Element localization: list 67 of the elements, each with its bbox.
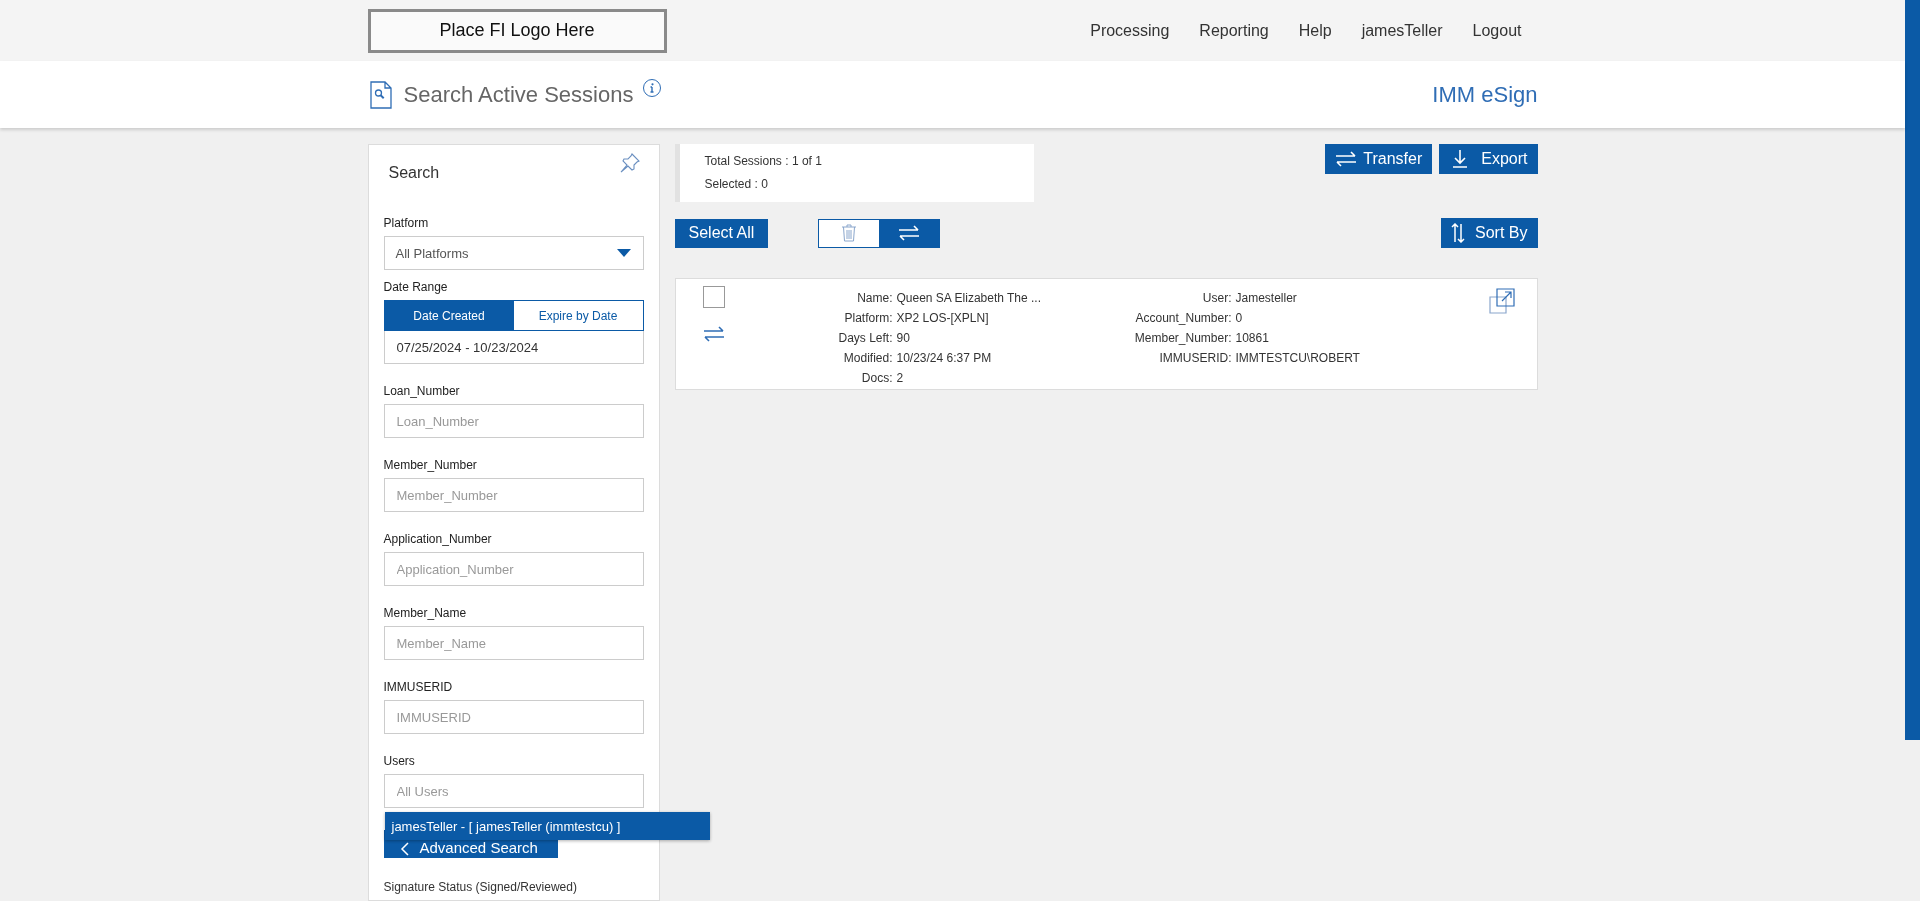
dropdown-caret-icon <box>616 249 631 257</box>
page-title: Search Active Sessions <box>403 81 634 108</box>
field-label: Signature Status (Signed/Reviewed) <box>383 880 578 894</box>
detail-label: Name: <box>856 290 893 306</box>
date-type-tab[interactable]: Date Created <box>384 301 514 330</box>
nav-link[interactable]: jamesTeller <box>1361 21 1443 40</box>
nav-link[interactable]: Processing <box>1090 21 1170 40</box>
product-name: IMM eSign <box>1432 81 1538 108</box>
total-sessions-text: Total Sessions : 1 of 1 <box>704 153 823 170</box>
sort-arrows-icon <box>1451 223 1466 243</box>
detail-label: Modified: <box>842 350 893 366</box>
download-icon <box>1453 150 1468 168</box>
logo-placeholder-text: Place FI Logo Here <box>439 20 595 41</box>
user-suggestion[interactable]: jamesTeller - [ jamesTeller (immtestcu) ] <box>384 812 710 840</box>
selected-count-text: Selected : 0 <box>704 176 769 193</box>
field-label: Date Range <box>383 280 449 294</box>
detail-label: Docs: <box>860 370 893 386</box>
session-checkbox[interactable] <box>702 286 725 308</box>
field-label: Users <box>383 754 416 768</box>
detail-label: Account_Number: <box>1134 310 1232 326</box>
date-range-field[interactable]: 07/25/2024 - 10/23/2024 <box>383 331 644 364</box>
text-field[interactable]: Member_Name <box>383 626 644 660</box>
platform-select[interactable]: All Platforms <box>383 236 644 270</box>
text-field[interactable]: Application_Number <box>383 552 644 586</box>
export-button[interactable]: Export <box>1439 144 1538 174</box>
panel-title: Search <box>388 164 440 182</box>
text-field[interactable]: IMMUSERID <box>383 700 644 734</box>
field-label: IMMUSERID <box>383 680 454 694</box>
detail-value: 10861 <box>1235 330 1270 346</box>
field-label: Platform <box>383 216 430 230</box>
bulk-action-toggle[interactable] <box>879 219 940 247</box>
text-field[interactable]: Loan_Number <box>383 404 644 438</box>
detail-value: Queen SA Elizabeth The ... <box>896 290 1043 306</box>
detail-value: 2 <box>896 370 905 386</box>
bulk-action-toggle[interactable] <box>819 219 880 247</box>
field-label: Member_Number <box>383 458 478 472</box>
transfer-arrows-icon <box>898 225 921 241</box>
transfer-button[interactable]: Transfer <box>1325 144 1433 174</box>
field-label: Member_Name <box>383 606 468 620</box>
detail-label: Platform: <box>843 310 893 326</box>
field-label: Loan_Number <box>383 384 461 398</box>
detail-label: Days Left: <box>837 330 893 346</box>
users-field[interactable]: All Users <box>383 774 644 808</box>
detail-value: 90 <box>896 330 911 346</box>
detail-value: IMMTESTCU\ROBERT <box>1235 350 1361 366</box>
pin-icon[interactable] <box>619 153 640 173</box>
detail-value: Jamesteller <box>1235 290 1298 306</box>
detail-label: Member_Number: <box>1133 330 1232 346</box>
detail-value: 0 <box>1235 310 1244 326</box>
transfer-arrows-icon <box>1335 151 1358 167</box>
open-external-icon[interactable] <box>1488 288 1515 314</box>
search-document-icon <box>369 80 392 109</box>
select-all-button[interactable]: Select All <box>674 218 769 248</box>
trash-icon <box>841 224 858 242</box>
sort-by-button[interactable]: Sort By <box>1441 218 1538 248</box>
nav-link[interactable]: Logout <box>1472 21 1522 40</box>
chevron-left-icon <box>399 842 410 856</box>
nav-link[interactable]: Reporting <box>1199 21 1269 40</box>
detail-label: IMMUSERID: <box>1158 350 1232 366</box>
detail-value: XP2 LOS-[XPLN] <box>896 310 990 326</box>
detail-value: 10/23/24 6:37 PM <box>896 350 993 366</box>
scroll-thumb[interactable] <box>1905 0 1920 740</box>
nav-link[interactable]: Help <box>1298 21 1332 40</box>
field-label: Application_Number <box>383 532 493 546</box>
text-field[interactable]: Member_Number <box>383 478 644 512</box>
detail-label: User: <box>1201 290 1232 306</box>
transfer-arrows-icon <box>702 326 725 342</box>
